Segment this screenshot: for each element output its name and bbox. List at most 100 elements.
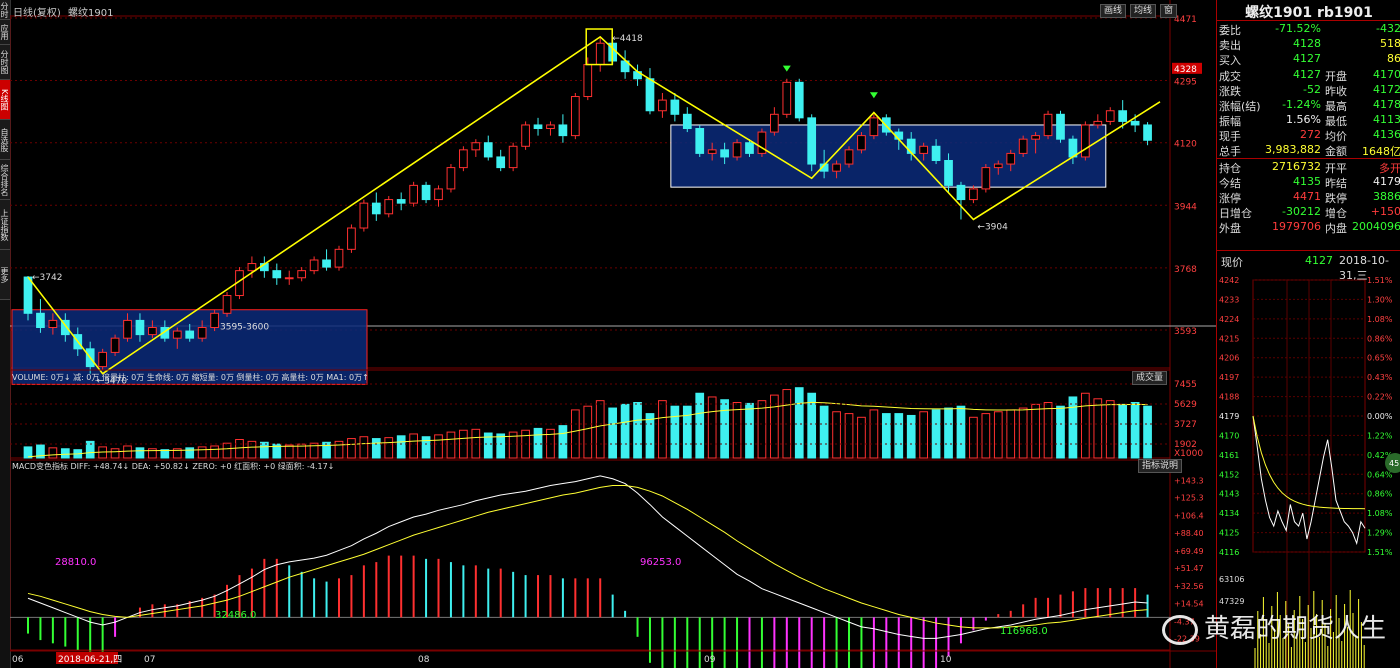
macd-area-label: 116968.0 (1000, 626, 1048, 637)
volume-bar (48, 447, 58, 459)
volume-tick-label: 5629 (1174, 400, 1197, 410)
price-tag-label: 4328 (1174, 65, 1197, 75)
candle-body (284, 277, 294, 280)
volume-bar (981, 413, 991, 459)
quote-label: 涨跌 (1219, 85, 1241, 98)
x-axis-label: 07 (144, 655, 155, 665)
x-axis-label: 09 (704, 655, 716, 665)
left-tab-7[interactable]: 更多 (0, 250, 10, 300)
quote-label-2: 跌停 (1325, 192, 1347, 205)
minute-left-tick: 4206 (1219, 354, 1239, 363)
quote-row: 卖出 4128 518 (1217, 37, 1400, 52)
minute-left-tick: 4143 (1219, 490, 1239, 499)
minute-left-tick: 4197 (1219, 373, 1239, 382)
candle-body (533, 124, 543, 130)
quote-value-2: 1648亿 (1362, 145, 1400, 158)
volume-bar (123, 445, 132, 459)
left-tab-4[interactable]: 自选股 (0, 120, 10, 160)
volume-bar (496, 433, 506, 459)
panel-divider (1217, 20, 1400, 21)
volume-bar (421, 436, 431, 459)
quote-value: 4471 (1293, 190, 1321, 203)
volume-bar (384, 437, 394, 459)
volume-bar (1068, 396, 1078, 459)
candle-body (1043, 113, 1053, 137)
signal-arrow-icon (782, 65, 791, 72)
watermark-text: 黄磊的期货人生 (1203, 614, 1386, 644)
candle-body (670, 99, 680, 115)
candle-body (969, 188, 978, 201)
quote-label: 今结 (1219, 177, 1241, 190)
minute-right-tick: 0.86% (1367, 334, 1393, 343)
candle-body (297, 270, 307, 279)
candle-body (23, 276, 33, 314)
quote-row: 总手 3,983,882 金额 1648亿 (1217, 143, 1400, 158)
volume-bar (1130, 402, 1140, 459)
main-chart-area[interactable]: 4471429541203944376835934328←3742←3470←4… (10, 0, 1216, 668)
quote-value-2: 多开 (1379, 162, 1400, 175)
quote-value-2: -432 (1376, 22, 1400, 35)
macd-area-label: 28810.0 (55, 557, 96, 568)
price-tick-label: 4295 (1174, 78, 1197, 88)
quote-row: 涨跌 -52 昨收 4172 (1217, 83, 1400, 98)
volume-bar (259, 441, 269, 459)
quote-value: 4127 (1293, 52, 1321, 65)
candle-body (993, 163, 1003, 169)
left-tab-3[interactable]: K线图 (0, 80, 10, 120)
candle-body (1018, 138, 1028, 154)
candle-body (1031, 135, 1040, 140)
macd-tick-label: +32.56 (1174, 582, 1204, 591)
zone-annotation: 3595-3600 (220, 323, 269, 333)
volume-bar (857, 416, 866, 459)
quote-value: -1.24% (1282, 98, 1321, 111)
quote-label-2: 内盘 (1325, 222, 1347, 235)
volume-bar (770, 394, 779, 459)
minute-right-tick: 0.43% (1367, 373, 1393, 382)
panel-divider (1217, 158, 1400, 159)
toolbar-button-1[interactable]: 均线 (1130, 4, 1157, 18)
chart-toolbar: 画线 均线窗 (1100, 4, 1210, 18)
quote-label-2: 增仓 (1325, 207, 1347, 220)
candle-body (371, 202, 381, 215)
left-tab-5[interactable]: 综合排名 (0, 160, 10, 200)
quote-value: 3,983,882 (1265, 143, 1321, 156)
quote-label: 持仓 (1219, 162, 1241, 175)
volume-bar (322, 441, 331, 459)
candle-body (944, 159, 953, 186)
toolbar-button-0[interactable]: 画线 (1100, 4, 1127, 18)
volume-bar (844, 413, 854, 459)
volume-bar (1105, 400, 1115, 459)
quote-value-2: 518 (1380, 37, 1400, 50)
candle-body (148, 327, 157, 336)
volume-tick-label: 3727 (1174, 420, 1197, 430)
quote-row: 成交 4127 开盘 4170 (1217, 68, 1400, 83)
volume-bar (869, 409, 879, 459)
volume-tick-label: 7455 (1174, 380, 1197, 390)
x-axis-label: 2018-06-21,四 (58, 655, 122, 665)
left-tab-2[interactable]: 分时图 (0, 45, 10, 80)
quote-value-2: 86 (1387, 52, 1400, 65)
quote-value-2: 4172 (1373, 83, 1400, 96)
volume-bar (1093, 398, 1103, 459)
volume-bar (570, 409, 580, 459)
candle-body (645, 78, 655, 112)
volume-bar (222, 442, 232, 459)
volume-bar (235, 439, 244, 459)
indicator-help-button[interactable]: 指标说明 (1138, 459, 1183, 473)
low-annotation-1: ←3742 (32, 273, 62, 283)
candle-body (471, 142, 481, 151)
volume-bar (1018, 407, 1028, 459)
candle-body (334, 248, 344, 268)
left-tab-0[interactable]: 分时图 (0, 0, 10, 20)
quote-row: 振幅 1.56% 最低 4113 (1217, 113, 1400, 128)
left-tab-6[interactable]: 上证指数 (0, 200, 10, 250)
minute-right-tick: 0.65% (1367, 354, 1393, 363)
volume-indicator-button[interactable]: 成交量 (1132, 371, 1168, 385)
volume-bar (645, 413, 655, 459)
macd-area-label: 32486.0 (215, 610, 256, 621)
volume-bar (757, 400, 767, 459)
toolbar-button-2[interactable]: 窗 (1160, 4, 1178, 18)
left-tab-1[interactable]: 应用 (0, 20, 10, 45)
quote-value: -30212 (1282, 205, 1321, 218)
minute-left-tick: 4161 (1219, 451, 1239, 460)
